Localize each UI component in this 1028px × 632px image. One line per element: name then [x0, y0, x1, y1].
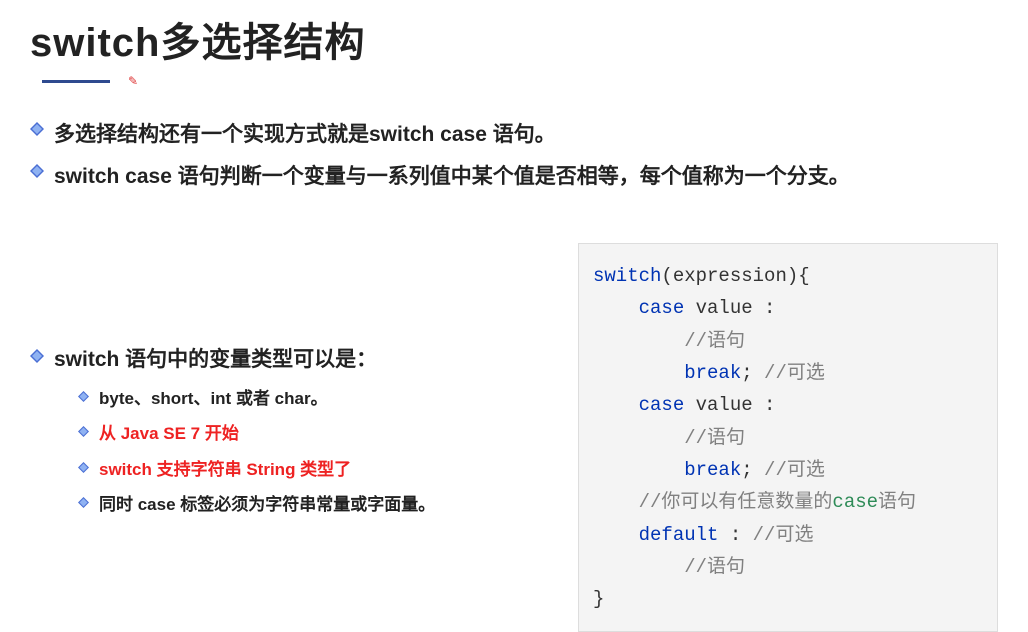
- code-text: :: [718, 524, 752, 546]
- code-kw: case: [832, 491, 878, 513]
- code-text: (expression){: [661, 265, 809, 287]
- code-comment: //可选: [764, 362, 825, 384]
- code-comment: //可选: [753, 524, 814, 546]
- content-row: switch 语句中的变量类型可以是： byte、short、int 或者 ch…: [30, 243, 998, 632]
- code-comment: //语句: [684, 556, 745, 578]
- diamond-icon: [78, 462, 89, 473]
- sub-item-text: 从 Java SE 7 开始: [99, 420, 239, 447]
- diamond-icon: [30, 349, 44, 363]
- diamond-icon: [30, 122, 44, 136]
- sub-item-text: switch 支持字符串 String 类型了: [99, 456, 351, 483]
- code-text: value :: [684, 297, 775, 319]
- diamond-icon: [78, 426, 89, 437]
- diamond-icon: [30, 164, 44, 178]
- code-kw: switch: [593, 265, 661, 287]
- title-underline: [42, 80, 110, 83]
- pencil-icon: ✎: [128, 74, 138, 88]
- bullet-text: switch case 语句判断一个变量与一系列值中某个值是否相等，每个值称为一…: [54, 160, 850, 194]
- diamond-icon: [78, 391, 89, 402]
- sub-item: byte、short、int 或者 char。: [78, 385, 578, 412]
- sub-item: 从 Java SE 7 开始: [78, 420, 578, 447]
- bullet-text: 多选择结构还有一个实现方式就是switch case 语句。: [54, 118, 556, 152]
- code-comment: //语句: [684, 330, 745, 352]
- title-underline-wrap: ✎: [30, 74, 998, 88]
- code-comment: 语句: [878, 491, 916, 513]
- code-comment: //你可以有任意数量的: [639, 491, 833, 513]
- bullet-item: switch case 语句判断一个变量与一系列值中某个值是否相等，每个值称为一…: [30, 160, 998, 194]
- code-comment: //语句: [684, 427, 745, 449]
- code-kw: case: [639, 394, 685, 416]
- code-block: switch(expression){ case value : //语句 br…: [578, 243, 998, 632]
- code-comment: //可选: [764, 459, 825, 481]
- diamond-icon: [78, 497, 89, 508]
- code-text: }: [593, 588, 604, 610]
- sub-list: byte、short、int 或者 char。 从 Java SE 7 开始 s…: [30, 385, 578, 518]
- main-bullet-list: 多选择结构还有一个实现方式就是switch case 语句。 switch ca…: [30, 118, 998, 193]
- code-text: value :: [684, 394, 775, 416]
- sub-heading-text: switch 语句中的变量类型可以是：: [54, 343, 377, 373]
- page-title: switch多选择结构: [30, 10, 998, 68]
- bullet-item: 多选择结构还有一个实现方式就是switch case 语句。: [30, 118, 998, 152]
- code-kw: case: [639, 297, 685, 319]
- code-text: ;: [741, 459, 764, 481]
- code-text: ;: [741, 362, 764, 384]
- sub-item-text: byte、short、int 或者 char。: [99, 385, 328, 412]
- sub-item-text: 同时 case 标签必须为字符串常量或字面量。: [99, 491, 435, 518]
- code-kw: default: [639, 524, 719, 546]
- code-kw: break: [684, 459, 741, 481]
- sub-item: 同时 case 标签必须为字符串常量或字面量。: [78, 491, 578, 518]
- sub-item: switch 支持字符串 String 类型了: [78, 456, 578, 483]
- code-kw: break: [684, 362, 741, 384]
- left-column: switch 语句中的变量类型可以是： byte、short、int 或者 ch…: [30, 243, 578, 526]
- sub-heading: switch 语句中的变量类型可以是：: [30, 343, 578, 373]
